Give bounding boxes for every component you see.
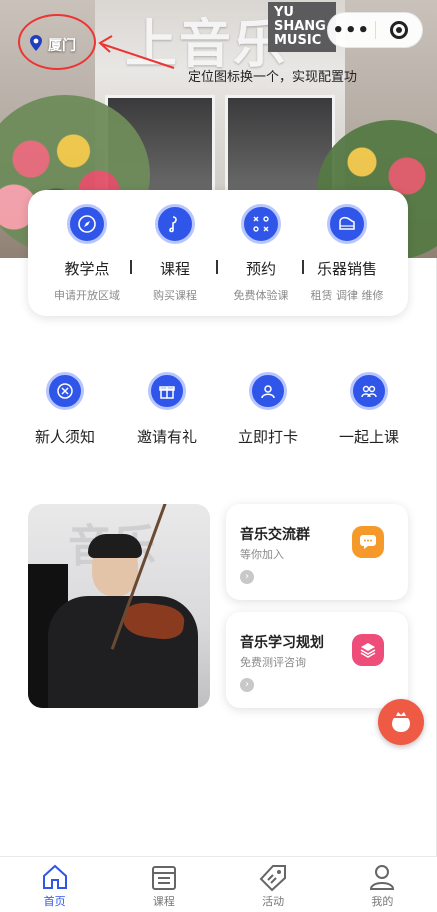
bottom-tab-bar: 首页 课程 活动 我的 — [0, 856, 437, 912]
tab-profile[interactable]: 我的 — [328, 857, 437, 912]
menu-item-teaching-points[interactable]: 教学点 申请开放区域 — [42, 204, 132, 303]
card-title: 音乐学习规划 — [240, 635, 324, 651]
menu-item-title: 乐器销售 — [316, 260, 377, 278]
location-pin-icon — [30, 35, 42, 55]
gift-icon — [148, 372, 186, 410]
bag-icon — [392, 712, 410, 732]
menu-item-subtitle: 免费体验课 — [233, 289, 289, 302]
close-miniprogram-icon[interactable] — [375, 21, 422, 39]
home-icon — [42, 864, 67, 889]
menu-item-title: 预约 — [245, 260, 276, 278]
person-hair — [88, 534, 142, 558]
miniprogram-capsule: ••• — [327, 12, 423, 48]
menu-item-subtitle: 租赁 调律 维修 — [310, 289, 384, 302]
tab-label: 活动 — [262, 895, 285, 908]
more-options-icon[interactable]: ••• — [328, 20, 375, 41]
location-city: 厦门 — [48, 38, 76, 54]
main-menu-card: 教学点 申请开放区域 课程 购买课程 预约 免费体验课 乐器销售 租赁 调律 维… — [28, 190, 408, 316]
menu-item-booking[interactable]: 预约 免费体验课 — [216, 204, 306, 303]
menu-item-title: 课程 — [159, 260, 190, 278]
quick-link-check-in[interactable]: 立即打卡 — [223, 372, 313, 447]
annotation-note: 定位图标换一个，实现配置功 — [188, 70, 358, 85]
notice-icon — [46, 372, 84, 410]
banner-sign-logo: YU SHANG MUSIC — [268, 2, 336, 52]
tab-label: 课程 — [152, 895, 175, 908]
quick-link-label: 新人须知 — [34, 428, 95, 446]
tab-label: 我的 — [371, 895, 394, 908]
compass-icon — [67, 204, 107, 244]
tab-activities[interactable]: 活动 — [219, 857, 328, 912]
card-subtitle: 免费测评咨询 — [240, 656, 306, 669]
calendar-icon — [151, 866, 176, 890]
menu-item-subtitle: 申请开放区域 — [54, 289, 120, 302]
music-note-icon — [155, 204, 195, 244]
menu-item-instrument-sales[interactable]: 乐器销售 租赁 调律 维修 — [302, 204, 392, 303]
user-icon — [370, 865, 395, 890]
card-title: 音乐交流群 — [240, 527, 310, 543]
tab-label: 首页 — [43, 895, 66, 908]
quick-link-label: 立即打卡 — [237, 428, 298, 446]
tab-home[interactable]: 首页 — [0, 857, 109, 912]
card-subtitle: 等你加入 — [240, 548, 284, 561]
arrow-right-icon: › — [240, 570, 254, 584]
tictactoe-icon — [241, 204, 281, 244]
annotation-arrow — [98, 35, 175, 69]
customer-service-button[interactable] — [378, 699, 424, 745]
check-in-icon — [249, 372, 287, 410]
layers-icon — [352, 634, 384, 666]
group-icon — [350, 372, 388, 410]
card-learning-plan[interactable]: 音乐学习规划 免费测评咨询 › — [226, 612, 408, 708]
tab-courses[interactable]: 课程 — [109, 857, 218, 912]
arrow-right-icon: › — [240, 678, 254, 692]
location-selector[interactable]: 厦门 — [22, 26, 94, 64]
quick-link-label: 邀请有礼 — [136, 428, 197, 446]
quick-link-newcomer-guide[interactable]: 新人须知 — [20, 372, 110, 447]
tag-icon — [259, 865, 287, 891]
piano-icon — [327, 204, 367, 244]
menu-item-subtitle: 购买课程 — [153, 289, 197, 302]
menu-item-courses[interactable]: 课程 购买课程 — [130, 204, 220, 303]
quick-link-invite-gift[interactable]: 邀请有礼 — [122, 372, 212, 447]
quick-link-class-together[interactable]: 一起上课 — [324, 372, 414, 447]
card-music-group[interactable]: 音乐交流群 等你加入 › — [226, 504, 408, 600]
menu-item-title: 教学点 — [64, 260, 110, 278]
violinist-photo-card[interactable]: 音乐 — [28, 504, 210, 708]
chat-icon — [352, 526, 384, 558]
quick-link-label: 一起上课 — [338, 428, 399, 446]
